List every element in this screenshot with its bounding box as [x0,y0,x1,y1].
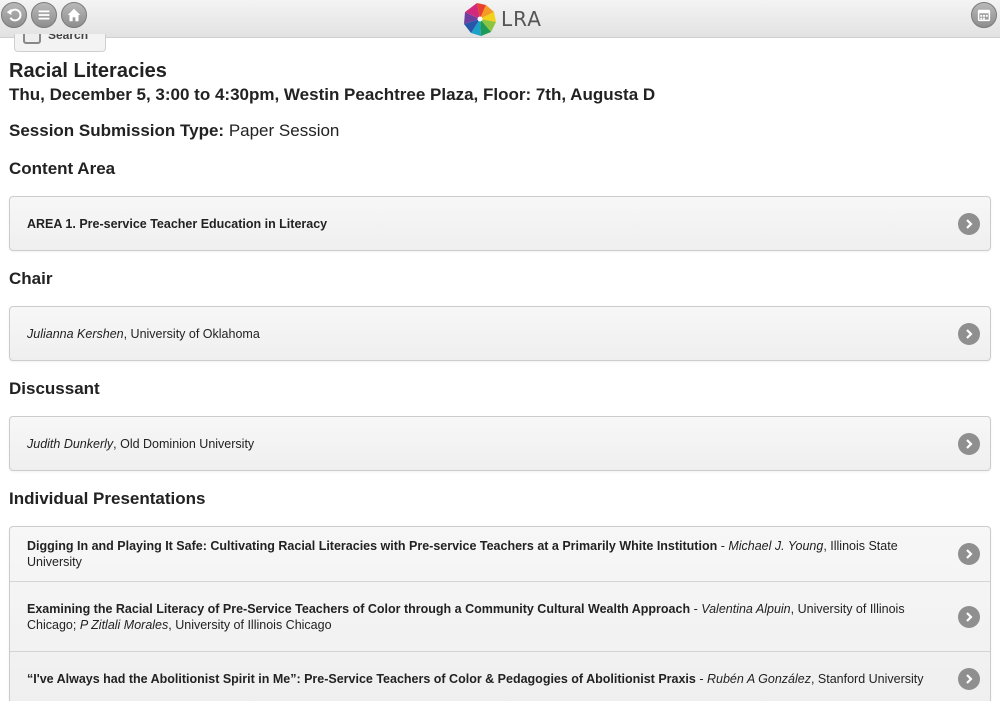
calendar-icon [977,9,991,22]
presentation-item[interactable]: Examining the Racial Literacy of Pre-Ser… [10,581,990,651]
session-submission-type: Session Submission Type: Paper Session [9,121,991,141]
submission-type-label: Session Submission Type: [9,121,225,140]
presentation-affiliation: , University of Illinois Chicago [168,617,332,632]
calendar-button[interactable] [971,2,997,28]
presentations-list: Digging In and Playing It Safe: Cultivat… [9,526,991,701]
menu-icon [38,10,50,20]
separator: - [695,671,707,686]
presentations-heading: Individual Presentations [9,489,206,508]
chair-heading: Chair [9,269,53,288]
presentation-author: Michael J. Young [728,539,824,553]
separator: - [717,539,729,553]
presentation-title: “I've Always had the Abolitionist Spirit… [27,671,696,686]
chevron-right-icon[interactable] [958,322,980,345]
presentation-item[interactable]: Digging In and Playing It Safe: Cultivat… [10,527,990,581]
session-title: Racial Literacies [9,60,167,82]
discussant-affiliation: , Old Dominion University [113,436,255,451]
content-area-item[interactable]: AREA 1. Pre-service Teacher Education in… [10,197,990,250]
content-area-list: AREA 1. Pre-service Teacher Education in… [9,196,991,251]
discussant-list: Judith Dunkerly, Old Dominion University [9,416,991,471]
search-tab-label: Search [48,34,89,42]
chair-list: Julianna Kershen, University of Oklahoma [9,306,991,361]
presentation-affiliation: , Stanford University [810,671,924,686]
menu-button[interactable] [31,2,57,28]
home-button[interactable] [61,2,87,28]
content-area-heading: Content Area [9,159,116,178]
search-tab[interactable]: Search [14,34,106,52]
brand-text: LRA [501,7,542,31]
discussant-heading: Discussant [9,379,100,398]
discussant-item[interactable]: Judith Dunkerly, Old Dominion University [10,417,990,470]
presentation-author: Valentina Alpuin [701,601,791,616]
chair-affiliation: , University of Oklahoma [123,326,260,341]
submission-type-value: Paper Session [228,121,340,140]
brand-logo[interactable]: LRA [460,1,542,37]
home-icon [67,8,81,22]
separator: - [690,601,702,616]
back-button[interactable] [1,2,27,28]
chevron-right-icon[interactable] [958,543,980,565]
chevron-right-icon[interactable] [958,212,980,235]
top-toolbar: LRA [0,0,1000,38]
chevron-right-icon[interactable] [958,667,980,690]
chair-item[interactable]: Julianna Kershen, University of Oklahoma [10,307,990,360]
presentation-item[interactable]: “I've Always had the Abolitionist Spirit… [10,651,990,701]
back-arrow-icon [6,8,22,22]
presentation-author: P Zitlali Morales [79,617,169,632]
lra-pinwheel-logo [464,3,496,36]
chevron-right-icon[interactable] [958,605,980,628]
content-area-label: AREA 1. Pre-service Teacher Education in… [27,216,328,231]
discussant-name: Judith Dunkerly [27,436,114,451]
session-detail: Racial Literacies Thu, December 5, 3:00 … [9,60,991,701]
session-time-location: Thu, December 5, 3:00 to 4:30pm, Westin … [9,85,656,104]
presentation-title: Examining the Racial Literacy of Pre-Ser… [27,601,691,616]
chevron-right-icon[interactable] [958,432,980,455]
search-icon [23,34,41,44]
presentation-author: Rubén A González [706,671,811,686]
chair-name: Julianna Kershen [27,326,124,341]
presentation-title: Digging In and Playing It Safe: Cultivat… [27,539,718,553]
